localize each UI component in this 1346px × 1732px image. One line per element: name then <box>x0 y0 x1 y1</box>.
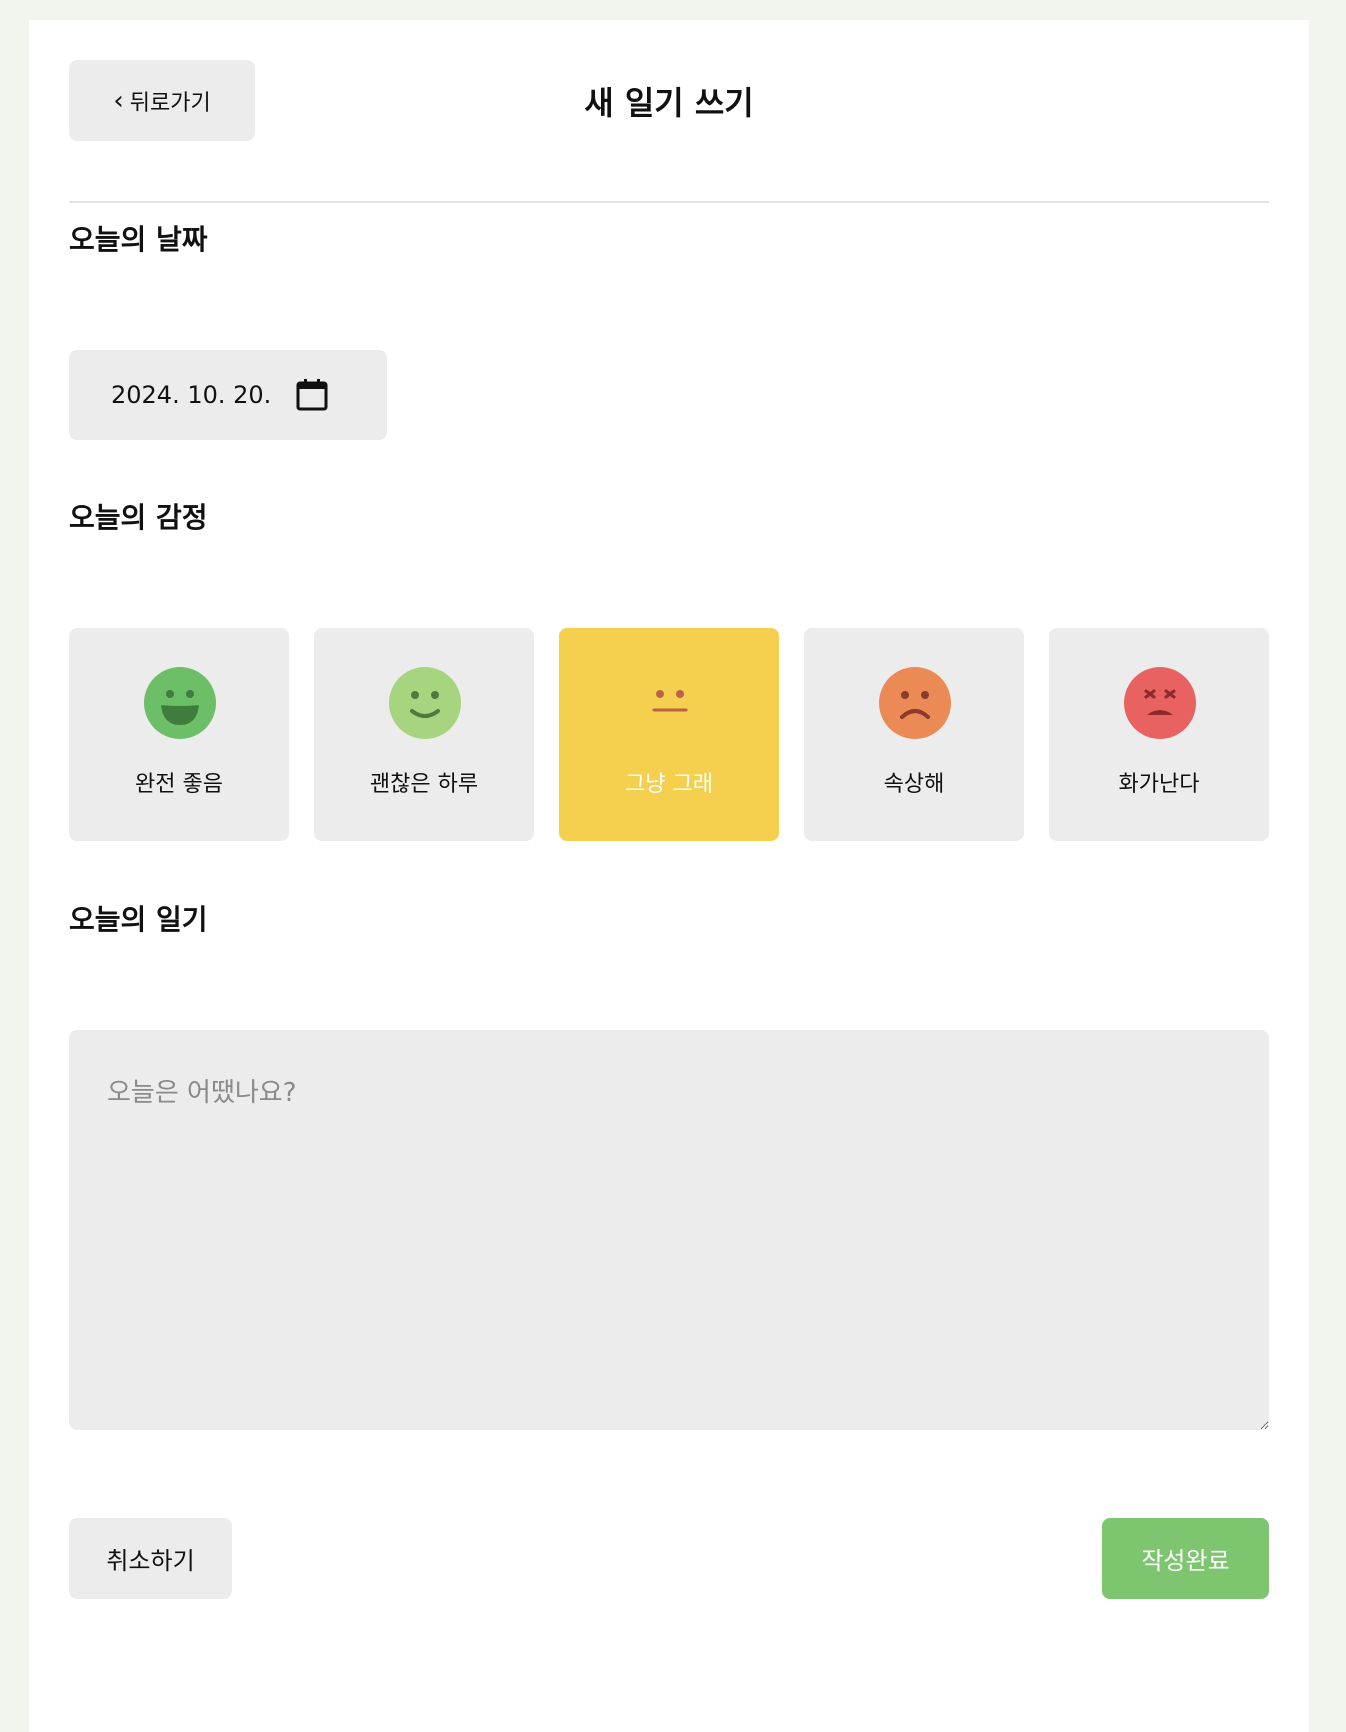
sad-face-icon <box>879 667 951 739</box>
emotion-section-title: 오늘의 감정 <box>69 501 208 534</box>
emotion-label: 완전 좋음 <box>135 772 223 797</box>
date-value: 2024. 10. 20. <box>111 381 272 409</box>
emotion-label: 화가난다 <box>1118 772 1200 797</box>
diary-section-title: 오늘의 일기 <box>69 903 208 936</box>
smiling-face-icon <box>389 667 461 739</box>
chevron-left-icon: ‹ <box>113 85 124 116</box>
emotion-item-neutral[interactable]: 그냥 그래 <box>559 628 779 841</box>
cancel-button[interactable]: 취소하기 <box>69 1518 232 1599</box>
back-button-label: 뒤로가기 <box>129 90 211 116</box>
date-section-title: 오늘의 날짜 <box>69 223 208 256</box>
calendar-icon[interactable] <box>295 378 329 412</box>
emotion-item-very-happy[interactable]: 완전 좋음 <box>69 628 289 841</box>
emotion-item-sad[interactable]: 속상해 <box>804 628 1024 841</box>
back-button[interactable]: ‹ 뒤로가기 <box>69 60 255 141</box>
submit-button[interactable]: 작성완료 <box>1102 1518 1269 1599</box>
diary-editor-page: ‹ 뒤로가기 새 일기 쓰기 오늘의 날짜 2024. 10. 20. 오늘의 … <box>29 20 1309 1732</box>
neutral-face-icon <box>634 667 706 739</box>
emotion-item-angry[interactable]: 화가난다 <box>1049 628 1269 841</box>
emotion-label: 속상해 <box>883 772 945 797</box>
emotion-label: 그냥 그래 <box>625 772 713 797</box>
date-input[interactable]: 2024. 10. 20. <box>69 350 387 440</box>
emotion-item-good[interactable]: 괜찮은 하루 <box>314 628 534 841</box>
diary-textarea[interactable] <box>69 1030 1269 1430</box>
angry-face-icon <box>1124 667 1196 739</box>
emotion-selector: 완전 좋음 괜찮은 하루 그냥 그래 속상해 화가난다 <box>69 628 1270 841</box>
header: ‹ 뒤로가기 새 일기 쓰기 <box>69 60 1269 203</box>
emotion-label: 괜찮은 하루 <box>369 772 479 797</box>
very-happy-face-icon <box>144 667 216 739</box>
